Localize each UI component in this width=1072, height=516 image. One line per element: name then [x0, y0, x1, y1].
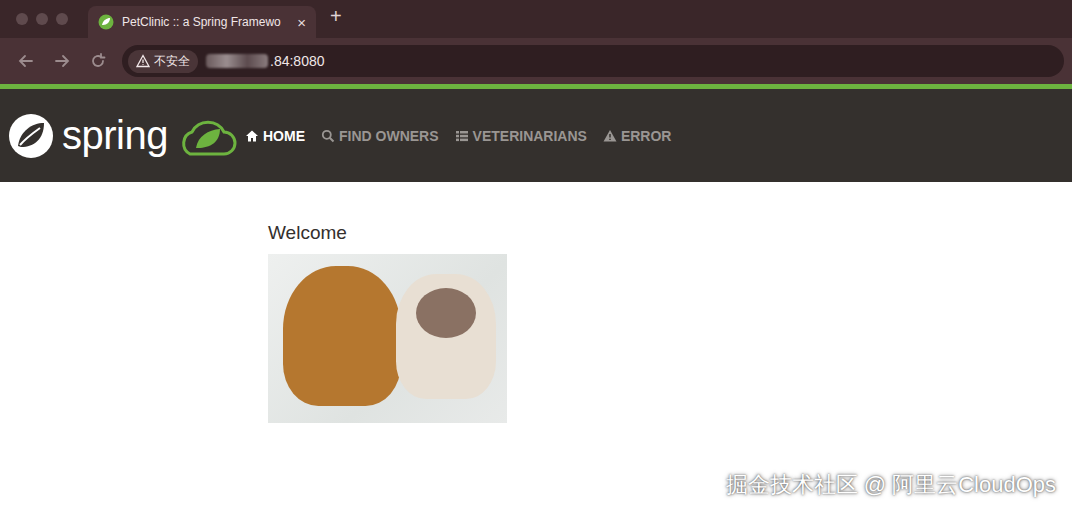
home-icon	[245, 129, 259, 143]
navbar: spring HOME FIND OWNERS VETERINARIANS ERROR	[0, 89, 1072, 182]
boot-cloud-icon	[176, 114, 238, 158]
window-button[interactable]	[56, 13, 68, 25]
nav-item[interactable]: ERROR	[603, 128, 672, 144]
security-label: 不安全	[154, 53, 190, 70]
welcome-heading: Welcome	[268, 222, 1072, 244]
logo-text: spring	[62, 113, 168, 158]
warning-icon	[603, 129, 617, 143]
tab-close[interactable]: ×	[297, 14, 306, 31]
nav-label: VETERINARIANS	[473, 128, 587, 144]
dog-shape	[283, 266, 401, 406]
tab-title: PetClinic :: a Spring Framewo	[122, 15, 289, 29]
pets-photo	[268, 254, 507, 423]
cat-face-shape	[416, 288, 476, 338]
new-tab-button[interactable]: +	[316, 5, 356, 34]
warning-icon	[136, 54, 150, 68]
nav-item[interactable]: HOME	[245, 128, 305, 144]
main-content: Welcome	[0, 182, 1072, 423]
nav-item[interactable]: VETERINARIANS	[455, 128, 587, 144]
tab-bar: PetClinic :: a Spring Framewo × +	[0, 0, 1072, 38]
watermark: 掘金技术社区 @ 阿里云CloudOps	[726, 470, 1056, 500]
window-button[interactable]	[36, 13, 48, 25]
nav-label: ERROR	[621, 128, 672, 144]
url-text[interactable]: .84:8080	[270, 53, 325, 69]
address-toolbar: 不安全 .84:8080	[0, 38, 1072, 84]
nav-item[interactable]: FIND OWNERS	[321, 128, 439, 144]
nav-label: HOME	[263, 128, 305, 144]
back-button[interactable]	[8, 53, 44, 69]
security-badge[interactable]: 不安全	[128, 50, 198, 73]
back-arrow-icon	[18, 53, 34, 69]
browser-tab[interactable]: PetClinic :: a Spring Framewo ×	[88, 6, 316, 38]
spring-logo[interactable]: spring	[8, 113, 238, 159]
nav-label: FIND OWNERS	[339, 128, 439, 144]
blurred-address	[206, 54, 268, 68]
search-icon	[321, 129, 335, 143]
window-controls	[0, 0, 88, 38]
spring-leaf-icon	[8, 113, 54, 159]
forward-button[interactable]	[44, 53, 80, 69]
reload-button[interactable]	[80, 53, 116, 69]
spring-favicon-icon	[98, 14, 114, 30]
nav-menu: HOME FIND OWNERS VETERINARIANS ERROR	[245, 128, 671, 144]
list-icon	[455, 129, 469, 143]
address-field[interactable]: 不安全 .84:8080	[122, 45, 1064, 77]
forward-arrow-icon	[54, 53, 70, 69]
window-button[interactable]	[16, 13, 28, 25]
reload-icon	[90, 53, 106, 69]
